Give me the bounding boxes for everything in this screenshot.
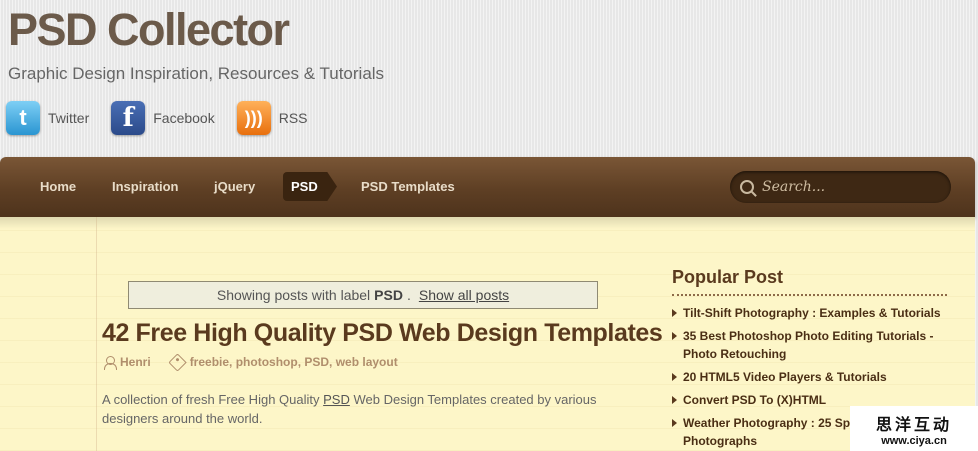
- content-shadow: [0, 217, 975, 229]
- post-title[interactable]: 42 Free High Quality PSD Web Design Temp…: [102, 319, 663, 348]
- facebook-link[interactable]: f Facebook: [111, 101, 215, 135]
- search-box: [730, 171, 951, 203]
- label-banner-prefix: Showing posts with label: [216, 287, 371, 303]
- popular-post-link[interactable]: Tilt-Shift Photography : Examples & Tuto…: [683, 306, 941, 320]
- nav-item-inspiration[interactable]: Inspiration: [112, 179, 178, 194]
- rss-icon: ))): [236, 101, 271, 135]
- popular-posts-title: Popular Post: [672, 267, 947, 296]
- twitter-icon: t: [6, 101, 40, 135]
- post-author[interactable]: Henri: [120, 355, 151, 369]
- search-icon[interactable]: [740, 180, 754, 194]
- rss-label: RSS: [278, 110, 308, 126]
- watermark-url: www.ciya.cn: [881, 434, 947, 447]
- social-links: t Twitter f Facebook ))) RSS: [6, 101, 330, 135]
- tag-icon: [167, 352, 187, 372]
- show-all-posts-link[interactable]: Show all posts: [419, 287, 509, 303]
- nav-item-jquery[interactable]: jQuery: [214, 179, 255, 194]
- label-banner-label: PSD: [374, 287, 403, 303]
- label-banner-suffix: .: [406, 287, 411, 303]
- popular-post-item: 20 HTML5 Video Players & Tutorials: [672, 368, 947, 386]
- popular-post-link[interactable]: 35 Best Photoshop Photo Editing Tutorial…: [683, 329, 933, 361]
- post-excerpt: A collection of fresh Free High Quality …: [102, 390, 612, 428]
- author-icon: [104, 355, 117, 370]
- nav-item-psd-templates[interactable]: PSD Templates: [361, 179, 455, 194]
- rss-link[interactable]: ))) RSS: [236, 101, 308, 135]
- site-tagline: Graphic Design Inspiration, Resources & …: [8, 64, 385, 83]
- watermark: 思洋互动 www.ciya.cn: [850, 406, 978, 451]
- post-meta: Henri freebie, photoshop, PSD, web layou…: [104, 352, 398, 372]
- search-input[interactable]: [762, 179, 932, 195]
- popular-post-item: Tilt-Shift Photography : Examples & Tuto…: [672, 304, 947, 322]
- post-tags[interactable]: freebie, photoshop, PSD, web layout: [190, 355, 398, 369]
- popular-post-item: 35 Best Photoshop Photo Editing Tutorial…: [672, 327, 947, 363]
- margin-line: [96, 217, 97, 451]
- excerpt-psd-link[interactable]: PSD: [323, 392, 350, 407]
- content-area: Showing posts with label PSD. Show all p…: [0, 217, 975, 451]
- site-title[interactable]: PSD Collector: [8, 4, 290, 56]
- twitter-link[interactable]: t Twitter: [6, 101, 89, 135]
- popular-post-link[interactable]: 20 HTML5 Video Players & Tutorials: [683, 370, 887, 384]
- popular-post-link[interactable]: Convert PSD To (X)HTML: [683, 393, 826, 407]
- excerpt-text-before: A collection of fresh Free High Quality: [102, 392, 320, 407]
- nav-item-home[interactable]: Home: [40, 179, 76, 194]
- main-navigation: Home Inspiration jQuery PSD PSD Template…: [0, 157, 975, 217]
- label-banner: Showing posts with label PSD. Show all p…: [128, 281, 598, 309]
- watermark-chinese-text: 思洋互动: [875, 416, 952, 434]
- nav-item-psd[interactable]: PSD: [291, 179, 318, 194]
- facebook-label: Facebook: [153, 110, 215, 126]
- twitter-label: Twitter: [48, 110, 90, 126]
- facebook-icon: f: [111, 101, 146, 135]
